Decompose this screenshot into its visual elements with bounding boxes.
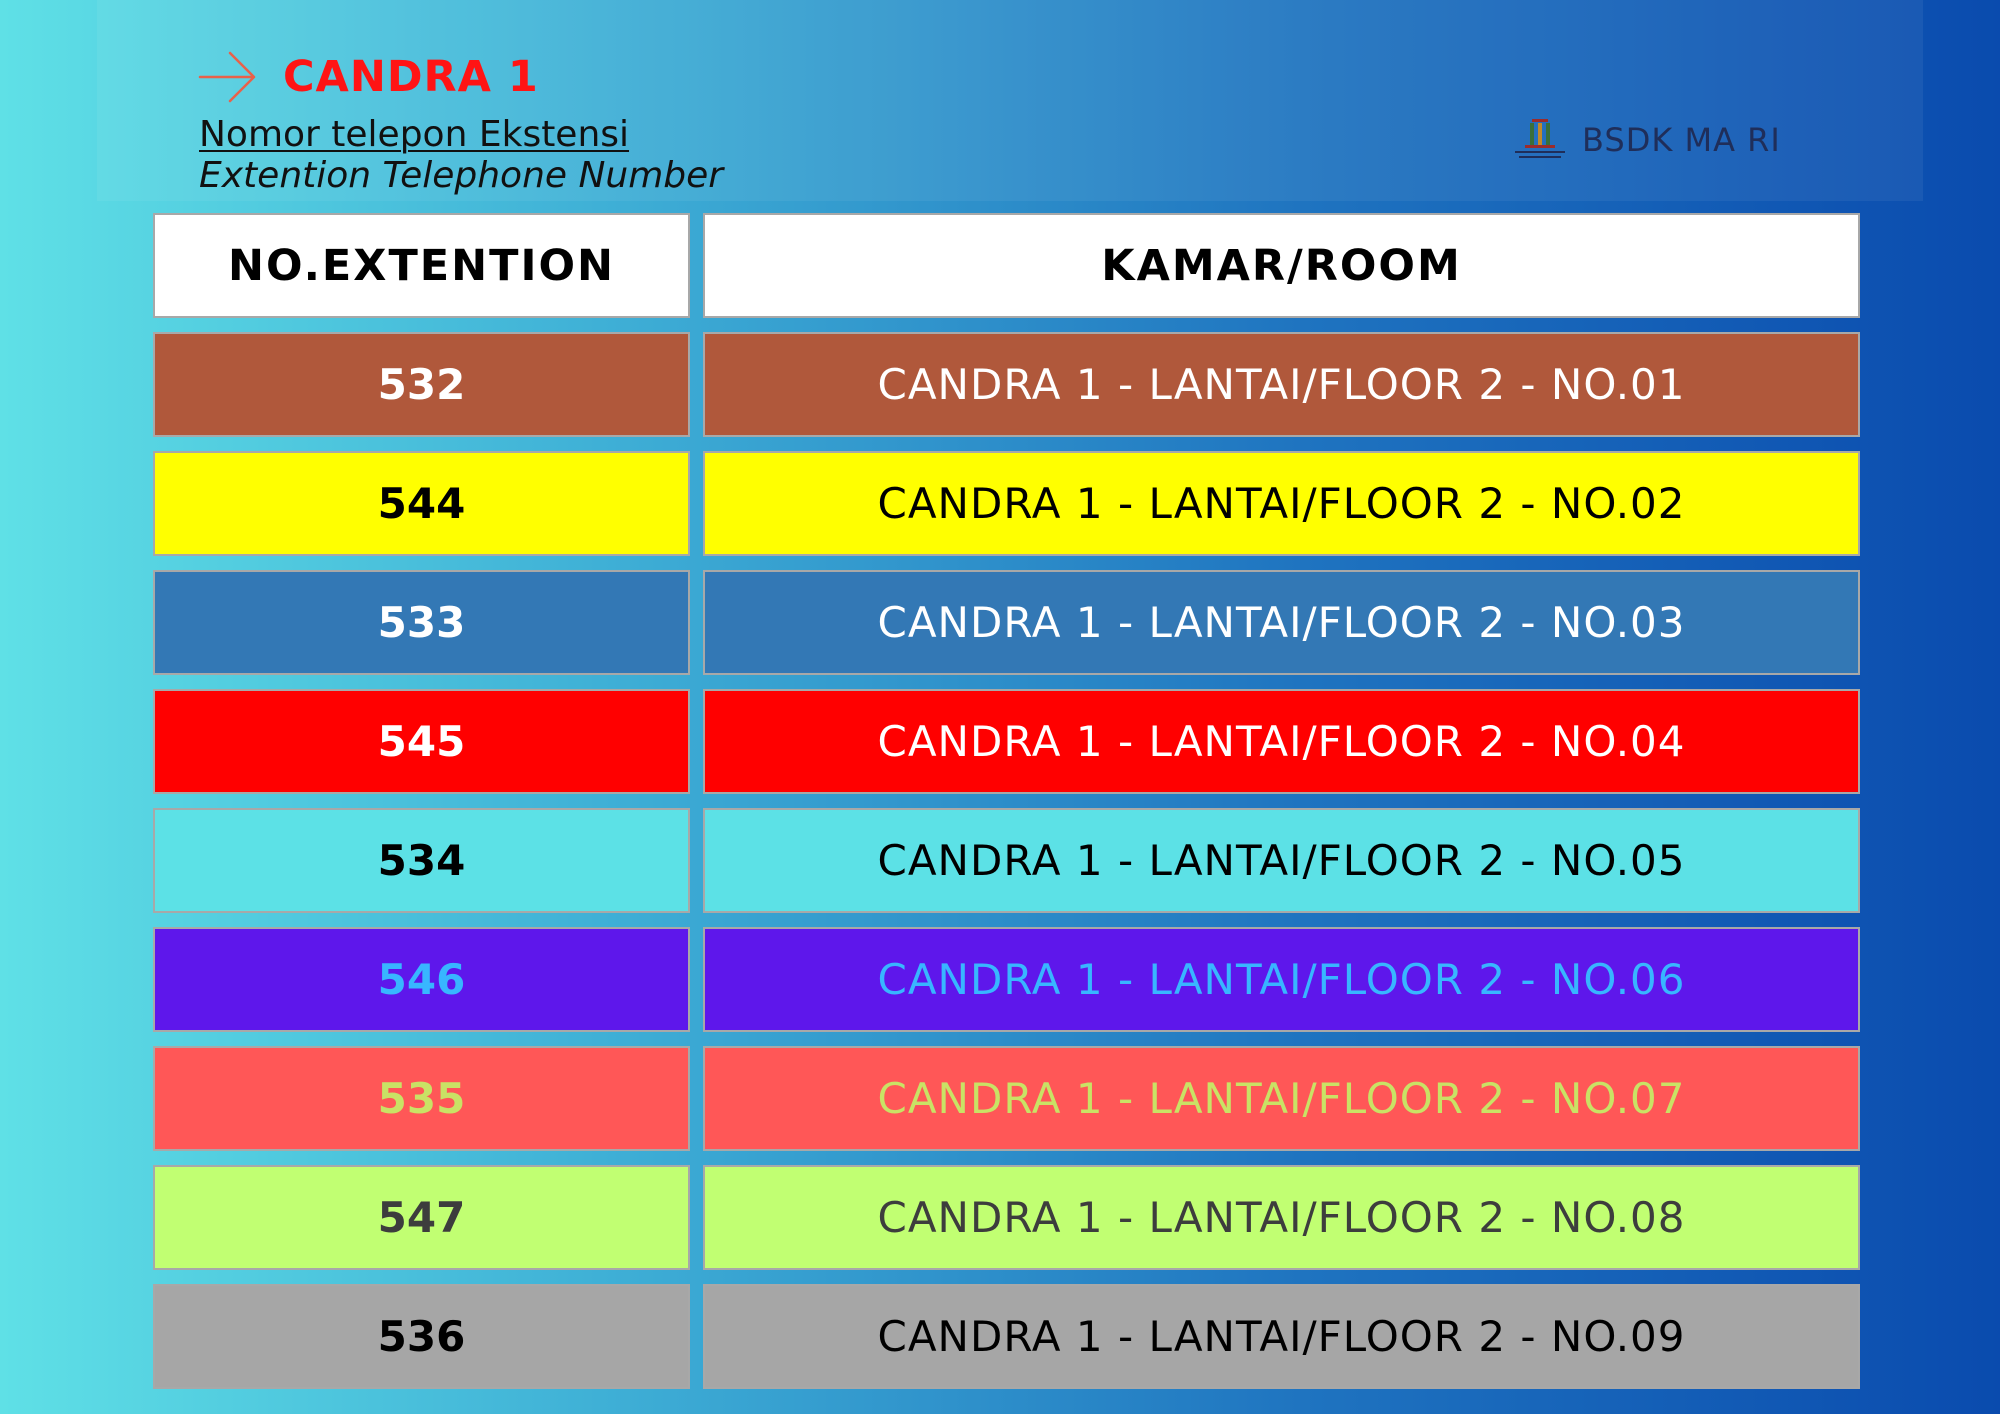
extension-number-cell: 544 [153,451,690,556]
room-cell: CANDRA 1 - LANTAI/FLOOR 2 - NO.04 [703,689,1860,794]
extension-number-cell: 545 [153,689,690,794]
extension-number-cell: 547 [153,1165,690,1270]
table-row: 532 CANDRA 1 - LANTAI/FLOOR 2 - NO.01 [153,332,1860,437]
extension-number-cell: 534 [153,808,690,913]
room-cell: CANDRA 1 - LANTAI/FLOOR 2 - NO.08 [703,1165,1860,1270]
room-cell: CANDRA 1 - LANTAI/FLOOR 2 - NO.07 [703,1046,1860,1151]
page-title: CANDRA 1 [283,52,539,102]
brand-label: BSDK MA RI [1582,121,1781,159]
room-cell: CANDRA 1 - LANTAI/FLOOR 2 - NO.01 [703,332,1860,437]
room-cell: CANDRA 1 - LANTAI/FLOOR 2 - NO.06 [703,927,1860,1032]
extension-number-cell: 533 [153,570,690,675]
table-row: 545 CANDRA 1 - LANTAI/FLOOR 2 - NO.04 [153,689,1860,794]
room-cell: CANDRA 1 - LANTAI/FLOOR 2 - NO.05 [703,808,1860,913]
building-logo-icon [1515,119,1565,158]
table-row: 535 CANDRA 1 - LANTAI/FLOOR 2 - NO.07 [153,1046,1860,1151]
table-header-row: NO.EXTENTION KAMAR/ROOM [153,213,1860,318]
table-row: 546 CANDRA 1 - LANTAI/FLOOR 2 - NO.06 [153,927,1860,1032]
extension-number-cell: 536 [153,1284,690,1389]
table-row: 547 CANDRA 1 - LANTAI/FLOOR 2 - NO.08 [153,1165,1860,1270]
room-cell: CANDRA 1 - LANTAI/FLOOR 2 - NO.02 [703,451,1860,556]
extension-number-cell: 546 [153,927,690,1032]
room-cell: CANDRA 1 - LANTAI/FLOOR 2 - NO.09 [703,1284,1860,1389]
column-header-extension: NO.EXTENTION [153,213,690,318]
arrow-right-icon [198,51,256,103]
subtitle-english: Extention Telephone Number [199,155,724,196]
subtitle-indonesian: Nomor telepon Ekstensi [199,114,630,155]
table-row: 534 CANDRA 1 - LANTAI/FLOOR 2 - NO.05 [153,808,1860,913]
column-header-room: KAMAR/ROOM [703,213,1860,318]
extension-number-cell: 535 [153,1046,690,1151]
table-row: 536 CANDRA 1 - LANTAI/FLOOR 2 - NO.09 [153,1284,1860,1389]
table-row: 533 CANDRA 1 - LANTAI/FLOOR 2 - NO.03 [153,570,1860,675]
extension-number-cell: 532 [153,332,690,437]
room-cell: CANDRA 1 - LANTAI/FLOOR 2 - NO.03 [703,570,1860,675]
table-row: 544 CANDRA 1 - LANTAI/FLOOR 2 - NO.02 [153,451,1860,556]
